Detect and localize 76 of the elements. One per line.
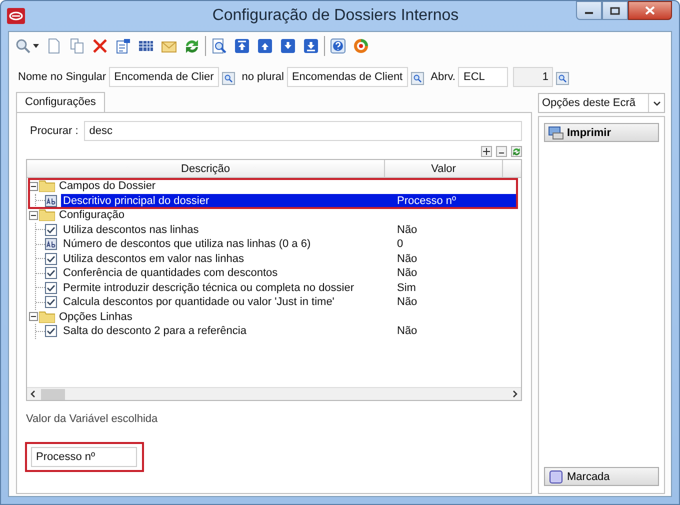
- text-field-icon: [45, 238, 57, 250]
- maximize-icon[interactable]: [610, 6, 620, 14]
- tree-item-label[interactable]: Conferência de quantidades com descontos: [61, 266, 394, 280]
- minimize-button[interactable]: [576, 1, 602, 20]
- caret-icon[interactable]: [33, 44, 39, 48]
- checkbox[interactable]: [45, 282, 57, 294]
- close-icon[interactable]: [645, 6, 655, 15]
- options-dropdown[interactable]: Opções deste Ecrã: [538, 93, 665, 113]
- scroll-thumb[interactable]: [41, 388, 65, 400]
- folder-icon: [39, 180, 55, 192]
- arrow-up-icon[interactable]: [257, 38, 273, 54]
- tree-item-label[interactable]: Permite introduzir descrição técnica ou completa no dossier: [61, 280, 394, 295]
- print-button[interactable]: Imprimir: [544, 123, 659, 142]
- help-icon[interactable]: [330, 38, 346, 54]
- tree-group-label[interactable]: Campos do Dossier: [59, 180, 156, 192]
- expander-icon[interactable]: [29, 210, 38, 220]
- document-icon[interactable]: [46, 38, 62, 54]
- checkbox[interactable]: [45, 296, 57, 308]
- tree-item-label[interactable]: Número de descontos que utiliza nas linhas (0 a 6): [61, 237, 394, 252]
- first-record-icon[interactable]: [234, 38, 250, 54]
- field-label: no plural: [242, 70, 284, 82]
- tree-item-value: Sim: [396, 280, 417, 295]
- tree-group-label[interactable]: Opções Linhas: [59, 310, 132, 323]
- tab[interactable]: Configurações: [16, 92, 105, 112]
- tree-item-value: Não: [396, 222, 418, 237]
- printer-icon[interactable]: [548, 126, 564, 140]
- tree-item-label[interactable]: Utiliza descontos em valor nas linhas: [61, 252, 394, 266]
- app-logo-icon: [7, 8, 25, 24]
- tree-item-value: Não: [396, 324, 418, 338]
- delete-icon[interactable]: [92, 38, 108, 54]
- checkbox[interactable]: [45, 224, 57, 236]
- checkbox[interactable]: [45, 267, 57, 280]
- input-field[interactable]: Encomendas de Client: [286, 66, 408, 86]
- folder-icon: [39, 310, 55, 323]
- chevron-down-icon[interactable]: [652, 100, 660, 106]
- close-button[interactable]: [628, 1, 672, 20]
- input-field[interactable]: ECL: [458, 66, 508, 86]
- search-field[interactable]: desc: [84, 121, 522, 141]
- form-icon[interactable]: [115, 38, 131, 54]
- copy-icon[interactable]: [69, 38, 85, 54]
- number-field[interactable]: 1: [513, 66, 554, 86]
- checkbox[interactable]: [45, 252, 57, 265]
- mark-button[interactable]: Marcada: [544, 467, 659, 486]
- tree-item-label[interactable]: Descritivo principal do dossier: [61, 194, 394, 208]
- refresh-icon[interactable]: [353, 38, 369, 54]
- value-label: Valor da Variável escolhida: [26, 413, 159, 425]
- search-label: Procurar :: [30, 125, 78, 137]
- tree-item-value: Não: [396, 295, 418, 310]
- sync-icon[interactable]: [184, 38, 200, 54]
- tree-item-label[interactable]: Salta do desconto 2 para a referência: [61, 324, 394, 338]
- tree-item-value: 0: [396, 237, 404, 252]
- checkbox[interactable]: [45, 325, 57, 338]
- folder-icon: [39, 209, 55, 222]
- column-header[interactable]: Descrição: [27, 160, 385, 177]
- expander-icon[interactable]: [29, 312, 38, 322]
- input-field[interactable]: Encomenda de Clier: [109, 66, 219, 86]
- tree-item-label[interactable]: Calcula descontos por quantidade ou valor 'Just in time': [61, 295, 394, 310]
- value-field[interactable]: Processo nº: [31, 447, 137, 467]
- preview-icon[interactable]: [211, 38, 227, 54]
- tree-item-value: Não: [396, 266, 418, 280]
- maximize-button[interactable]: [602, 1, 628, 20]
- text-field-icon: [45, 194, 57, 207]
- expander-icon[interactable]: [29, 182, 38, 191]
- tree-item-value: Processo nº: [394, 194, 517, 208]
- horizontal-scrollbar[interactable]: [27, 387, 521, 400]
- arrow-down-icon[interactable]: [280, 38, 296, 54]
- tree-item-label[interactable]: Utiliza descontos nas linhas: [61, 222, 394, 237]
- field-label: Abrv.: [430, 70, 456, 82]
- tree-item-value: Não: [396, 252, 418, 266]
- grid-icon[interactable]: [138, 38, 154, 54]
- field-label: Nome no Singular: [18, 70, 106, 82]
- last-record-icon[interactable]: [303, 38, 319, 54]
- column-header[interactable]: Valor: [385, 160, 503, 177]
- tree-group-label[interactable]: Configuração: [59, 209, 124, 222]
- window-title: Configuração de Dossiers Internos: [211, 7, 460, 25]
- square-icon[interactable]: [548, 470, 564, 484]
